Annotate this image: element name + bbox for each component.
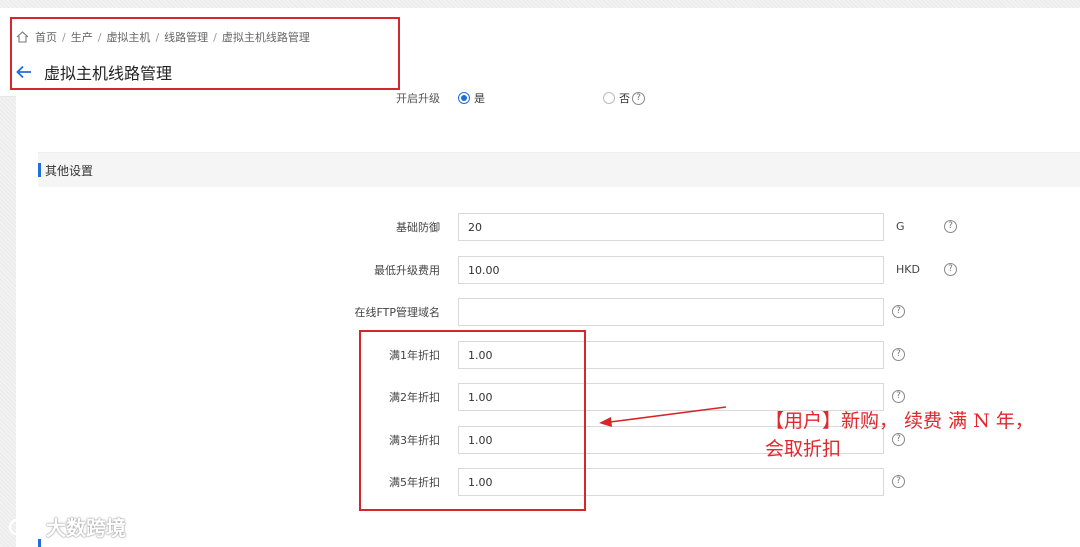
watermark-text: 大数跨境 xyxy=(46,516,126,540)
next-section-accent xyxy=(38,539,41,547)
annotation-arrow-icon xyxy=(599,406,727,427)
annotation-text: 【用户】新购， 续费 满 N 年， 会取折扣 xyxy=(765,407,1075,463)
watermark: 大数跨境 xyxy=(8,512,126,541)
annotation-line-2: 会取折扣 xyxy=(765,438,842,460)
watermark-logo-icon xyxy=(8,516,41,535)
annotation-line-1: 【用户】新购， 续费 满 N 年， xyxy=(765,410,1034,432)
